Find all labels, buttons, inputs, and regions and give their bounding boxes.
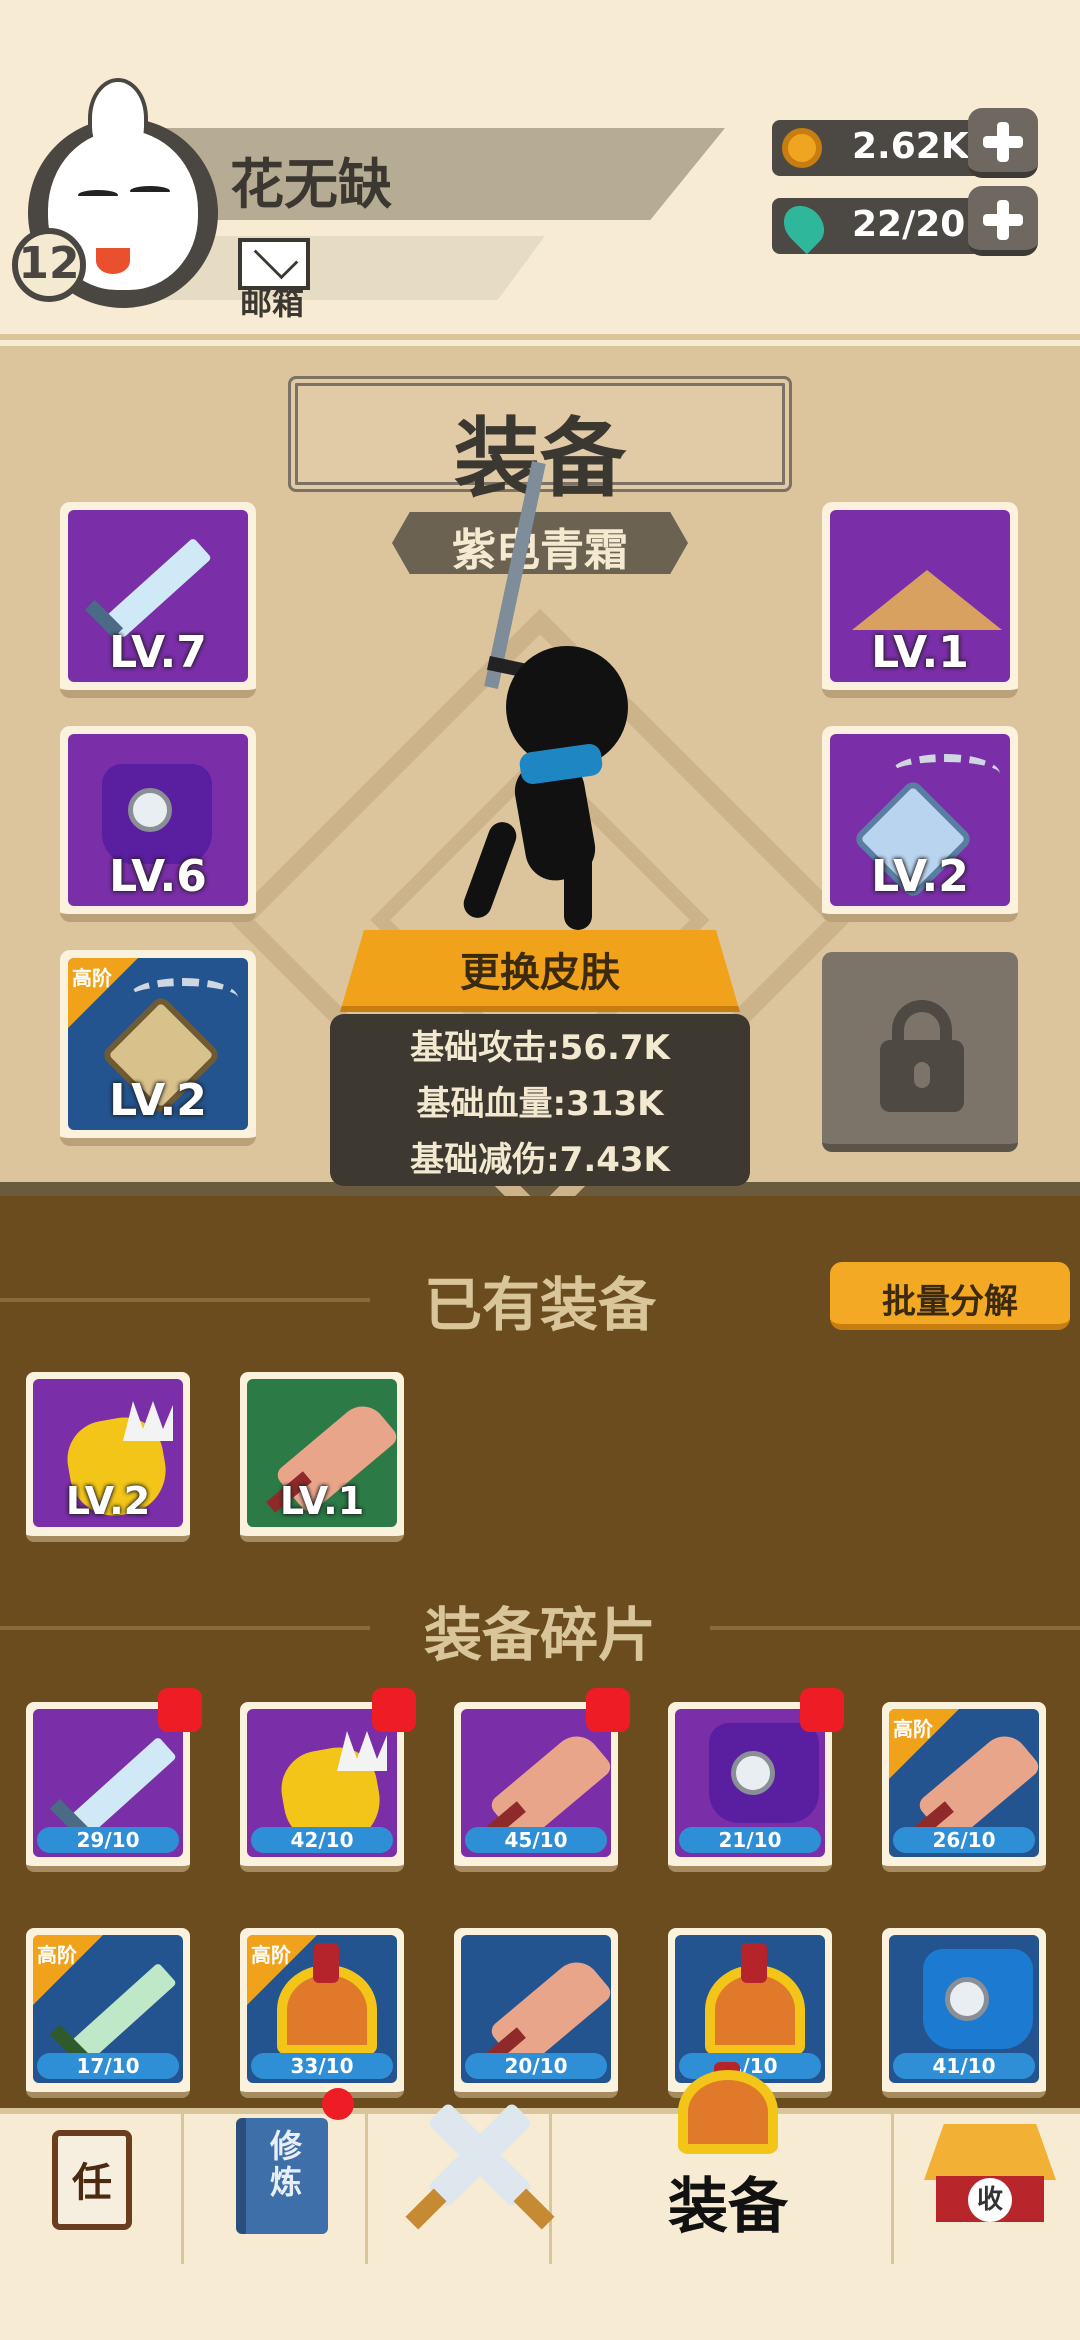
avatar-eye-right (130, 186, 170, 196)
hat-icon (852, 570, 1002, 630)
add-gold-button[interactable] (968, 108, 1038, 178)
armor-orb-icon (731, 1751, 775, 1795)
slot-level: LV.7 (109, 627, 207, 678)
fragment-progress: 29/10 (37, 1827, 179, 1853)
fragment-progress: 45/10 (465, 1827, 607, 1853)
high-tier-label: 高阶 (893, 1717, 933, 1741)
notification-dot (800, 1688, 844, 1732)
avatar-eye-left (78, 190, 118, 200)
gold-value: 2.62K (852, 126, 969, 167)
item-level: LV.2 (65, 1479, 151, 1523)
notification-dot (158, 1688, 202, 1732)
equip-slot-necklace[interactable]: LV.2 (822, 726, 1018, 922)
high-tier-label: 高阶 (251, 1943, 291, 1967)
owned-item[interactable]: LV.1 (240, 1372, 404, 1542)
fragment-item[interactable]: 41/10 (882, 1928, 1046, 2098)
level-badge: 12 (12, 228, 86, 302)
mail-label[interactable]: 邮箱 (240, 278, 304, 324)
equip-slot-amulet[interactable]: 高阶 LV.2 (60, 950, 256, 1146)
task-icon-label: 任 (72, 2160, 112, 2206)
equip-slot-armor[interactable]: LV.6 (60, 726, 256, 922)
fragment-item[interactable]: 高阶 33/10 (240, 1928, 404, 2098)
character-leg-right (564, 830, 592, 930)
equip-slot-hat[interactable]: LV.1 (822, 502, 1018, 698)
fragment-progress: 17/10 (37, 2053, 179, 2079)
change-skin-label[interactable]: 更换皮肤 (340, 940, 740, 998)
fragment-item[interactable]: 高阶 26/10 (882, 1702, 1046, 1872)
sword-icon (69, 1736, 177, 1838)
high-tier-label: 高阶 (72, 966, 112, 990)
notification-dot (586, 1688, 630, 1732)
equipment-title: 装备 (454, 409, 626, 509)
notification-dot (372, 1688, 416, 1732)
high-tier-label: 高阶 (37, 1943, 77, 1967)
lock-keyhole (914, 1062, 930, 1088)
coin-icon (782, 128, 822, 168)
armor-orb-icon (945, 1977, 989, 2021)
nav-equipment-label: 装备 (668, 2172, 788, 2242)
stat-attack: 基础攻击:56.7K (410, 1028, 670, 1068)
stat-hp: 基础血量:313K (416, 1084, 664, 1124)
fragment-progress: 33/10 (251, 2053, 393, 2079)
skin-name: 紫电青霜 (452, 525, 628, 576)
avatar-beak (96, 248, 130, 274)
helmet-icon (678, 2070, 778, 2154)
fragment-progress: 41/10 (893, 2053, 1035, 2079)
cultivate-icon-label: 修炼 (269, 2127, 302, 2201)
fragment-item[interactable]: 20/10 (454, 1928, 618, 2098)
notification-dot (322, 2088, 354, 2120)
helmet-plume-icon (741, 1943, 767, 1983)
owned-item[interactable]: LV.2 (26, 1372, 190, 1542)
slot-level: LV.2 (871, 851, 969, 902)
fragment-progress: 20/10 (465, 2053, 607, 2079)
armor-orb-icon (128, 788, 172, 832)
fragments-title: 装备碎片 (423, 1601, 656, 1669)
sword-icon (104, 537, 212, 639)
slot-level: LV.6 (109, 851, 207, 902)
fragment-item[interactable]: 高阶 17/10 (26, 1928, 190, 2098)
gauntlet-spikes-icon (123, 1401, 173, 1441)
energy-value: 22/20 (852, 204, 966, 245)
shop-roof-icon (924, 2124, 1056, 2180)
fragment-progress: 21/10 (679, 1827, 821, 1853)
stat-defense: 基础减伤:7.43K (410, 1140, 670, 1180)
slot-level: LV.2 (109, 1075, 207, 1126)
add-energy-button[interactable] (968, 186, 1038, 256)
batch-decompose-label[interactable]: 批量分解 (830, 1274, 1070, 1323)
fragment-progress: 42/10 (251, 1827, 393, 1853)
gauntlet-spikes-icon (337, 1731, 387, 1771)
fragment-item[interactable]: …/10 (668, 1928, 832, 2098)
equip-slot-weapon[interactable]: LV.7 (60, 502, 256, 698)
item-level: LV.1 (279, 1479, 365, 1523)
slot-level: LV.1 (871, 627, 969, 678)
shop-icon-label: 收 (968, 2178, 1012, 2222)
player-name: 花无缺 (230, 153, 392, 216)
fragment-progress: 26/10 (893, 1827, 1035, 1853)
